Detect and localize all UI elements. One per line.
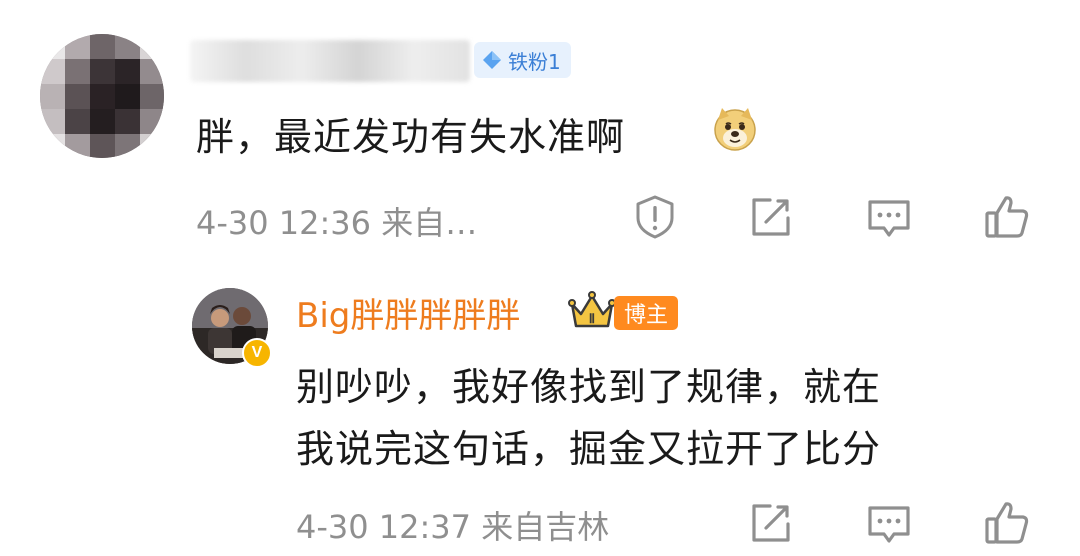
comment-meta: 4-30 12:36 来自… [196,204,478,242]
crown-level: Ⅱ [589,311,595,326]
reply-line-2: 我说完这句话，掘金又拉开了比分 [296,427,882,471]
commenter-avatar[interactable] [40,34,164,158]
reply-like-icon[interactable] [982,498,1032,548]
report-icon[interactable] [630,192,680,242]
like-icon[interactable] [982,192,1032,242]
crown-icon: Ⅱ [568,291,616,328]
commenter-name-blurred[interactable] [190,40,470,82]
fan-badge-label: 铁粉1 [508,49,561,74]
blogger-badge-label: 博主 [624,303,669,328]
reply-icon[interactable] [864,192,914,242]
blogger-name[interactable]: Big胖胖胖胖胖 [296,288,520,337]
reply-meta: 4-30 12:37 来自吉林 [296,508,610,546]
diamond-icon [483,51,501,69]
share-icon[interactable] [746,192,796,242]
doge-emoji-icon [714,108,756,151]
comment-text: 胖，最近发功有失水准啊 [196,106,625,161]
comment-body: 胖，最近发功有失水准啊 [196,115,626,159]
fan-level-badge: 铁粉1 [474,42,571,78]
verified-badge: V [242,338,272,368]
reply-comment-icon[interactable] [864,498,914,548]
blogger-badge: 博主 [614,296,679,330]
reply-share-icon[interactable] [746,498,796,548]
reply-line-1: 别吵吵，我好像找到了规律，就在 [296,365,882,409]
